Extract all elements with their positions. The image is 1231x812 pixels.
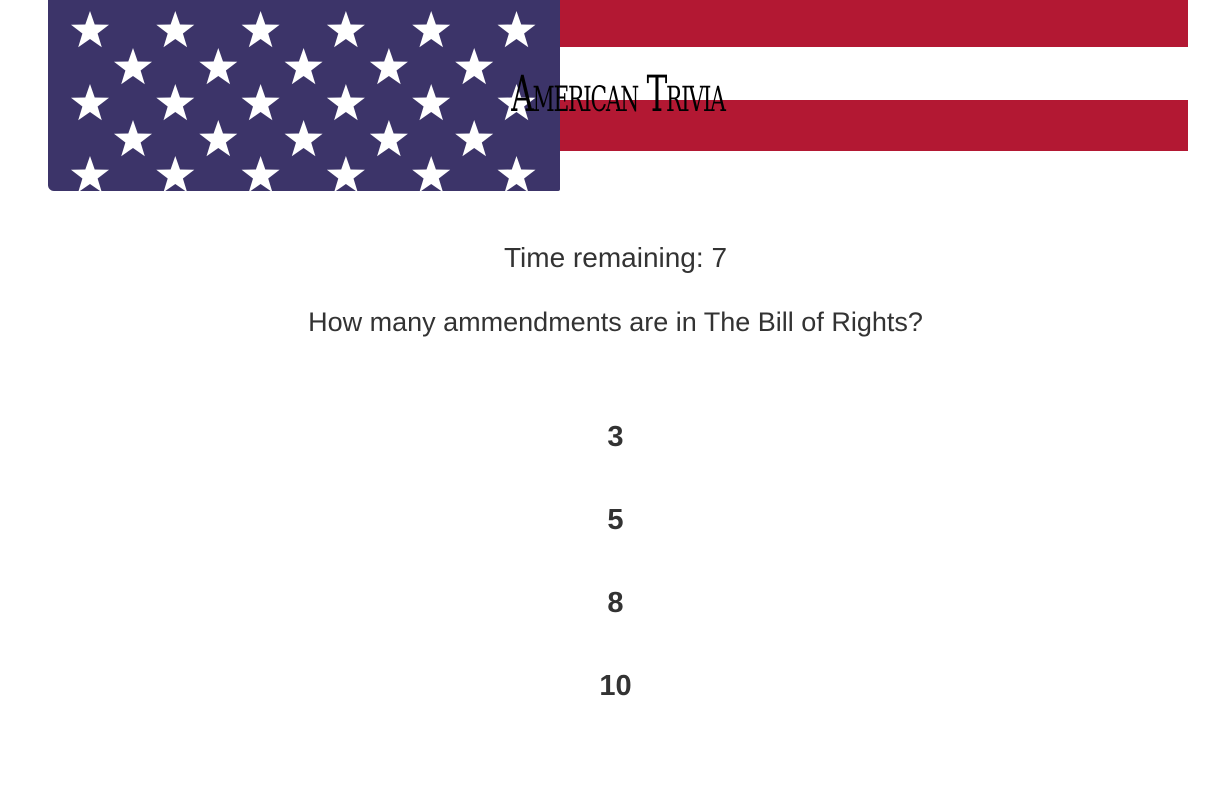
star-icon xyxy=(412,156,451,191)
answer-option[interactable]: 10 xyxy=(0,644,1231,727)
star-icon xyxy=(241,11,280,48)
star-icon xyxy=(412,11,451,48)
star-icon xyxy=(241,156,280,191)
answer-option[interactable]: 8 xyxy=(0,561,1231,644)
page-title: American Trivia xyxy=(511,65,726,123)
star-icon xyxy=(114,48,152,85)
flag-banner: American Trivia xyxy=(48,0,1188,191)
star-icon xyxy=(326,11,365,48)
answer-list: 3 5 8 10 xyxy=(0,395,1231,727)
star-icon xyxy=(156,84,195,121)
star-icon xyxy=(199,120,238,157)
answer-option[interactable]: 5 xyxy=(0,478,1231,561)
star-icon xyxy=(156,156,195,191)
star-icon xyxy=(71,11,109,48)
star-icon xyxy=(284,120,323,157)
star-icon xyxy=(71,84,109,121)
question-text: How many ammendments are in The Bill of … xyxy=(308,307,923,337)
star-icon xyxy=(455,120,494,157)
time-remaining: Time remaining: 7 xyxy=(503,242,728,273)
star-icon xyxy=(156,11,195,48)
star-icon xyxy=(71,156,109,191)
star-icon xyxy=(497,11,536,48)
star-icon xyxy=(369,120,408,157)
star-icon xyxy=(199,48,238,85)
answer-option[interactable]: 3 xyxy=(0,395,1231,478)
star-icon xyxy=(497,156,536,191)
star-icon xyxy=(114,120,152,157)
star-icon xyxy=(326,156,365,191)
